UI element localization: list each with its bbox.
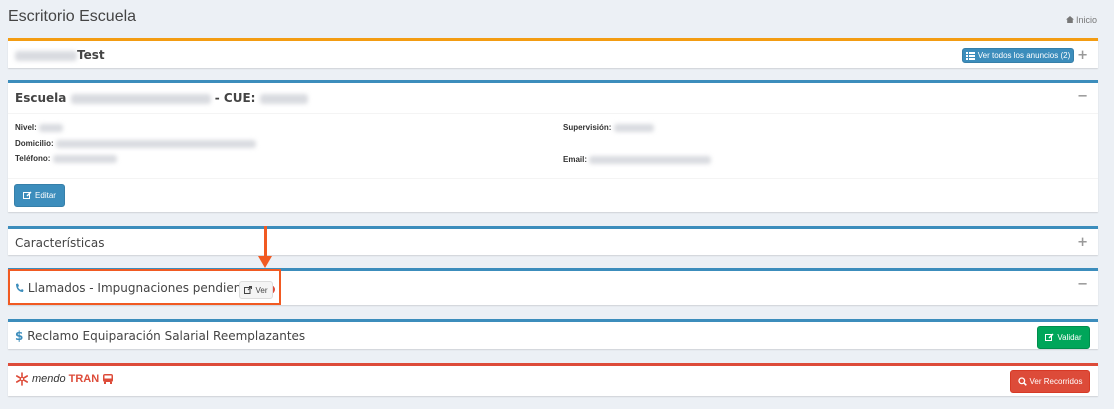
search-icon (1017, 377, 1027, 386)
redacted-text (70, 93, 211, 104)
snowflake-icon (16, 372, 28, 386)
annotation-arrow-head (258, 256, 272, 268)
dollar-icon: $ (15, 329, 24, 343)
telefono-label: Teléfono: (15, 154, 117, 163)
email-label: Email: (563, 155, 712, 164)
claim-title: $ Reclamo Equiparación Salarial Reemplaz… (15, 329, 306, 343)
nivel-label: Nivel: (15, 123, 64, 132)
redacted-text (259, 93, 308, 104)
supervision-label: Supervisión: (563, 123, 654, 132)
redacted-text (15, 50, 77, 61)
features-box: Características + (8, 226, 1098, 255)
expand-toggle[interactable]: + (1077, 48, 1088, 63)
redacted-text (52, 154, 117, 163)
collapse-toggle[interactable]: − (1077, 89, 1088, 104)
redacted-text (55, 139, 256, 148)
divider (8, 178, 1098, 179)
edit-button[interactable]: Editar (14, 184, 65, 207)
redacted-text (613, 123, 654, 132)
annotation-arrow (264, 226, 267, 258)
breadcrumb-home-link[interactable]: Inicio (1076, 15, 1097, 25)
school-box: Escuela - CUE: − Nivel: Domicilio: Teléf… (8, 80, 1098, 212)
redacted-text (589, 155, 712, 164)
features-title: Características (15, 236, 105, 250)
mendotran-logo: mendo TRAN (15, 372, 114, 386)
edit-icon (23, 191, 32, 199)
list-icon (965, 51, 975, 60)
mendotran-box: mendo TRAN Ver Recorridos (8, 363, 1098, 396)
bus-icon (103, 374, 114, 384)
view-all-announcements-button[interactable]: Ver todos los anuncios (2) (962, 48, 1074, 63)
school-title: Escuela - CUE: (15, 91, 308, 105)
expand-toggle[interactable]: + (1077, 235, 1088, 250)
annotation-highlight (8, 269, 281, 305)
domicilio-label: Domicilio: (15, 139, 256, 148)
edit-icon (1045, 333, 1054, 341)
breadcrumb[interactable]: Inicio (1065, 15, 1097, 25)
view-routes-button[interactable]: Ver Recorridos (1010, 370, 1090, 393)
claim-box: $ Reclamo Equiparación Salarial Reemplaz… (8, 319, 1098, 349)
collapse-toggle[interactable]: − (1077, 277, 1088, 292)
content-header: Escritorio Escuela Inicio (0, 0, 1114, 38)
page-title: Escritorio Escuela (8, 8, 137, 25)
announcements-box: Test Ver todos los anuncios (2) + (8, 38, 1098, 68)
redacted-text (39, 123, 64, 132)
divider (8, 113, 1098, 114)
validate-button[interactable]: Validar (1037, 326, 1090, 349)
announcements-title: Test (15, 48, 105, 62)
home-icon (1065, 16, 1074, 23)
